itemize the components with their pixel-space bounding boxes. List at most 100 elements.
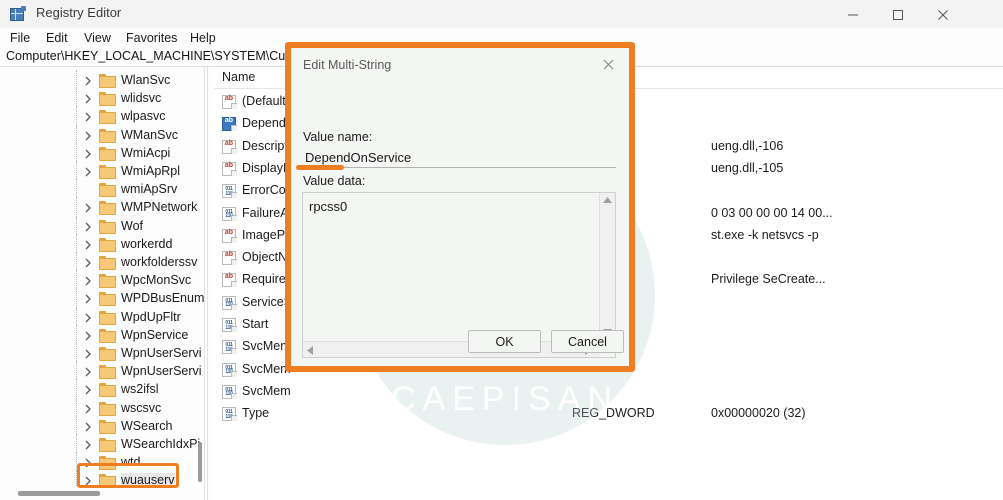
folder-icon bbox=[99, 201, 116, 216]
tree-item-label: WmiApRpl bbox=[121, 164, 181, 178]
tree-item-label: ws2ifsl bbox=[121, 382, 159, 397]
tree-item-label: WpdUpFltr bbox=[121, 309, 181, 324]
folder-icon bbox=[99, 419, 116, 434]
tree-horizontal-scroll-thumb[interactable] bbox=[18, 491, 100, 496]
tree-item-label: WManSvc bbox=[121, 127, 178, 142]
tree-item-label: WmiAcpi bbox=[121, 145, 171, 160]
column-header-name[interactable]: Name bbox=[222, 70, 255, 84]
binary-value-icon: 011 110 bbox=[222, 340, 237, 355]
tree-item-label: WPDBusEnum bbox=[121, 291, 204, 306]
folder-icon bbox=[99, 219, 116, 234]
value-data-cell: ueng.dll,-106 bbox=[711, 138, 784, 153]
folder-icon bbox=[99, 438, 116, 452]
value-name-cell: SvcMem bbox=[242, 361, 291, 376]
folder-icon bbox=[99, 74, 116, 88]
string-value-icon: ab bbox=[222, 273, 237, 288]
folder-icon bbox=[99, 110, 116, 125]
minimize-button[interactable] bbox=[832, 0, 877, 28]
menu-item-help[interactable]: Help bbox=[186, 30, 220, 46]
binary-value-icon: 011 110 bbox=[222, 206, 237, 221]
tree-item-label: workerdd bbox=[121, 236, 173, 251]
menu-item-view[interactable]: View bbox=[80, 30, 115, 46]
tree-item-label: wlpasvc bbox=[121, 109, 166, 124]
value-name-cell: Type bbox=[242, 406, 270, 421]
binary-value-icon: 011 110 bbox=[222, 318, 237, 332]
value-name-cell: Depend bbox=[242, 116, 286, 131]
registry-path: Computer\HKEY_LOCAL_MACHINE\SYSTEM\Curre… bbox=[6, 49, 320, 63]
tree-item-label: WpnUserServi bbox=[121, 364, 202, 379]
value-name-cell: SvcMem bbox=[242, 383, 291, 398]
value-type-cell: REG_DWORD bbox=[572, 406, 655, 421]
folder-icon bbox=[99, 92, 116, 107]
tree-item-label: wscsvc bbox=[121, 400, 162, 415]
folder-icon bbox=[99, 328, 116, 343]
value-name-cell: (Default bbox=[242, 94, 286, 108]
tree-item-label: WSearch bbox=[121, 418, 173, 433]
window-title: Registry Editor bbox=[36, 5, 122, 20]
binary-value-icon: 011 110 bbox=[222, 184, 237, 199]
tree-vertical-scrollbar[interactable] bbox=[196, 67, 204, 487]
folder-icon bbox=[99, 365, 116, 380]
tree-item-label: WMPNetwork bbox=[121, 200, 198, 215]
maximize-button[interactable] bbox=[877, 0, 922, 28]
string-value-icon: ab bbox=[222, 251, 237, 266]
value-name-cell: ErrorCo bbox=[242, 183, 286, 198]
value-data-cell: 0 03 00 00 00 14 00... bbox=[711, 205, 833, 220]
folder-icon bbox=[99, 146, 116, 161]
folder-icon bbox=[99, 237, 116, 252]
folder-icon bbox=[99, 383, 116, 398]
tree-item-label: WpnUserServi bbox=[121, 346, 202, 360]
menu-item-file[interactable]: File bbox=[6, 30, 34, 46]
tree-item-label: WpnService bbox=[121, 327, 189, 342]
folder-icon bbox=[99, 401, 116, 416]
value-name-cell: SvcMem bbox=[242, 339, 291, 354]
folder-icon bbox=[99, 347, 116, 361]
value-data-cell: Privilege SeCreate... bbox=[711, 272, 826, 287]
string-value-icon: ab bbox=[222, 139, 237, 154]
tree-item-label: WSearchIdxPi bbox=[121, 437, 201, 451]
tree-horizontal-scrollbar[interactable] bbox=[0, 487, 204, 500]
folder-icon bbox=[99, 274, 116, 289]
value-data-cell: 0x00000020 (32) bbox=[711, 406, 806, 421]
value-name-cell: FailureA bbox=[242, 205, 289, 220]
string-value-icon: ab bbox=[222, 228, 237, 243]
registry-tree[interactable]: WlanSvc wlidsvc wlpasvc WManSvc WmiAcpi WmiAp… bbox=[0, 67, 204, 487]
folder-icon bbox=[99, 128, 116, 143]
binary-value-icon: 011 110 bbox=[222, 362, 237, 377]
wuauserv-highlight-box bbox=[77, 463, 179, 488]
value-name-cell: Require bbox=[242, 272, 286, 287]
value-name-cell: ImageP bbox=[242, 227, 286, 242]
tree-item-label: workfolderssv bbox=[121, 255, 198, 269]
binary-value-icon: 011 110 bbox=[222, 295, 237, 310]
menu-item-favorites[interactable]: Favorites bbox=[122, 30, 181, 46]
folder-icon bbox=[99, 183, 116, 198]
tree-item-label: WpcMonSvc bbox=[121, 273, 192, 288]
title-bar: Registry Editor bbox=[0, 0, 1003, 28]
folder-icon bbox=[99, 256, 116, 270]
value-name-cell: Descript bbox=[242, 138, 288, 153]
value-data-cell: ueng.dll,-105 bbox=[711, 160, 784, 175]
tree-item-label: Wof bbox=[121, 218, 143, 233]
folder-icon bbox=[99, 310, 116, 325]
value-row[interactable]: 011 110 Type REG_DWORD 0x00000020 (32) bbox=[214, 403, 1003, 425]
value-row[interactable]: 011 110 SvcMem bbox=[214, 381, 1003, 403]
dialog-highlight-box bbox=[285, 42, 635, 372]
value-name-cell: ObjectN bbox=[242, 250, 288, 265]
value-name-cell: Start bbox=[242, 317, 269, 331]
folder-icon bbox=[99, 165, 116, 179]
binary-value-icon: 011 110 bbox=[222, 407, 237, 422]
tree-item-label: wmiApSrv bbox=[121, 182, 178, 197]
binary-value-icon: 011 110 bbox=[222, 384, 237, 399]
tree-item-label: wlidsvc bbox=[121, 91, 162, 106]
string-value-icon: ab bbox=[222, 117, 237, 132]
string-value-icon: ab bbox=[222, 161, 237, 176]
registry-editor-icon bbox=[10, 6, 26, 22]
tree-vertical-scroll-thumb[interactable] bbox=[198, 442, 202, 482]
menu-item-edit[interactable]: Edit bbox=[42, 30, 72, 46]
string-value-icon: ab bbox=[222, 95, 237, 109]
pane-splitter[interactable] bbox=[204, 67, 208, 500]
folder-icon bbox=[99, 292, 116, 307]
value-data-cell: st.exe -k netsvcs -p bbox=[711, 227, 819, 242]
close-button[interactable] bbox=[922, 0, 967, 28]
tree-item-label: WlanSvc bbox=[121, 73, 171, 87]
